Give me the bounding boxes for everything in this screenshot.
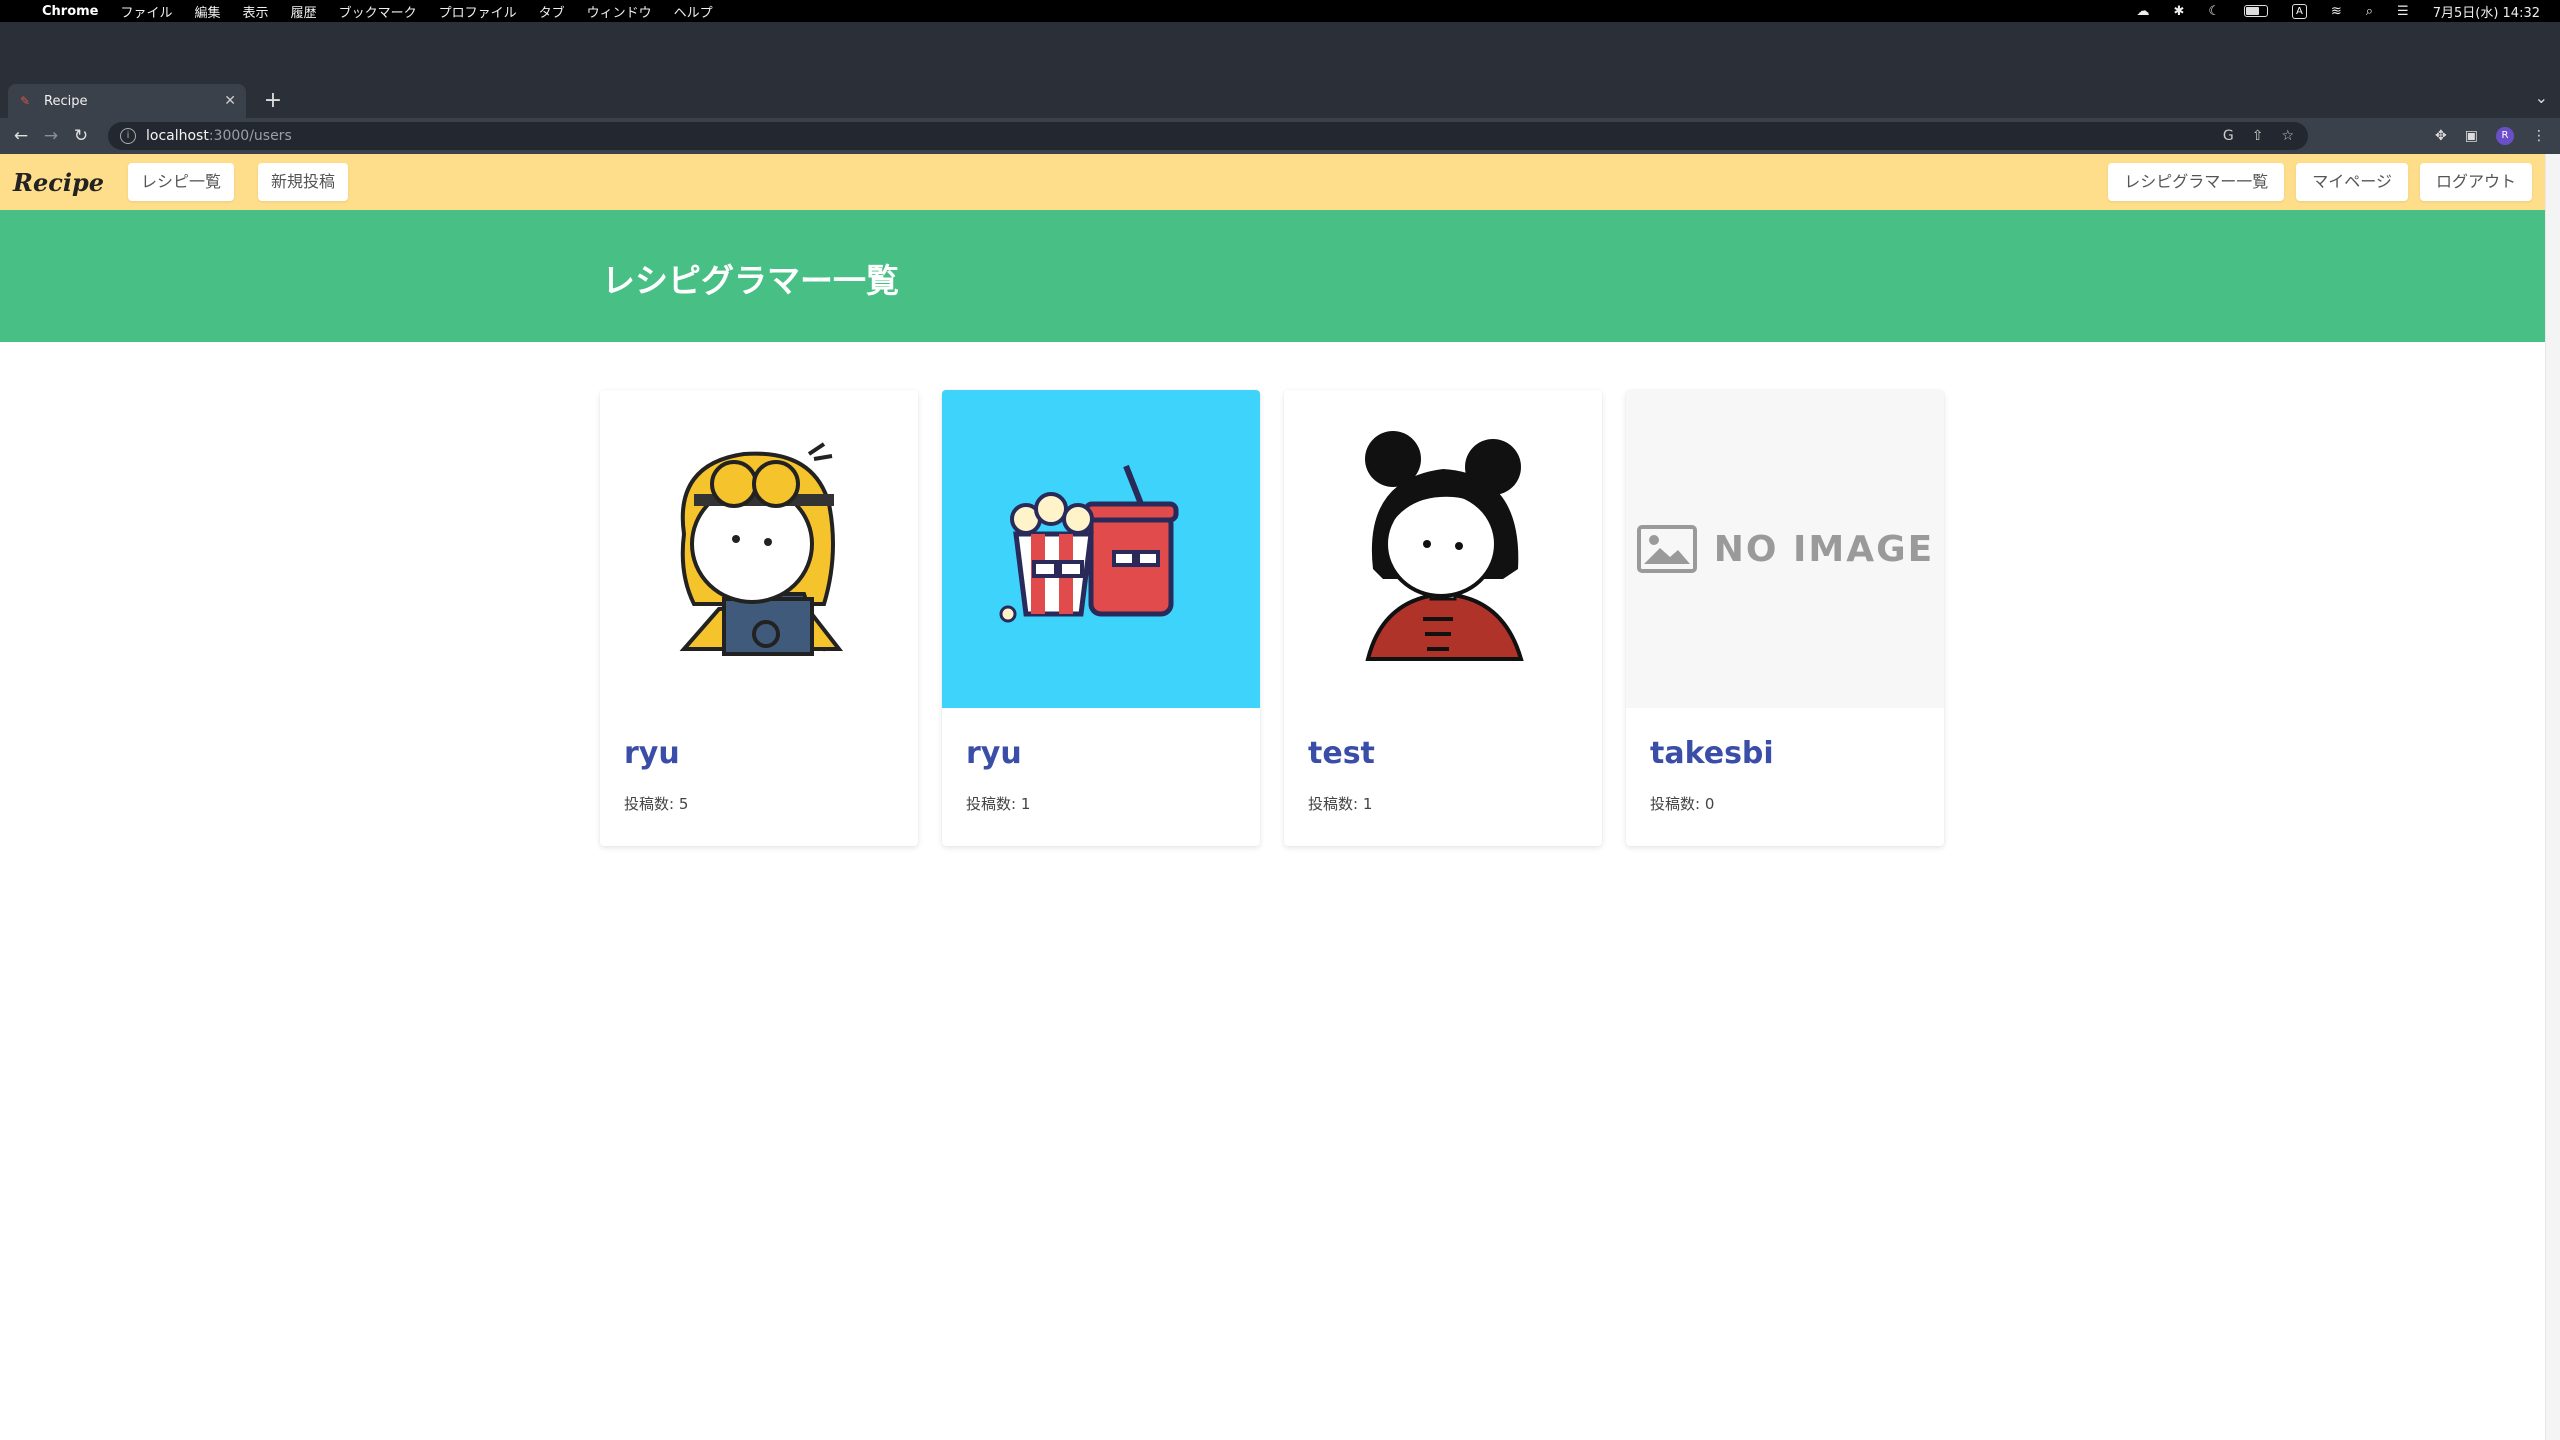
nav-recipe-list-button[interactable]: レシピ一覧 [128, 163, 235, 201]
reload-icon[interactable]: ↻ [66, 126, 96, 146]
spotlight-search-icon[interactable]: ⌕ [2366, 4, 2373, 19]
google-lens-icon[interactable]: G [2223, 128, 2234, 144]
user-name-link[interactable]: ryu [966, 736, 1260, 771]
bookmark-star-icon[interactable]: ☆ [2281, 128, 2294, 144]
browser-tab-active[interactable]: ✎ Recipe ✕ [8, 84, 246, 118]
nav-new-post-button[interactable]: 新規投稿 [258, 163, 349, 201]
menubar-item-profiles[interactable]: プロファイル [439, 2, 517, 21]
wifi-icon[interactable]: ≋ [2331, 4, 2342, 19]
side-panel-icon[interactable]: ▣ [2465, 128, 2478, 144]
battery-icon[interactable] [2244, 5, 2269, 17]
minion-girl-avatar-image[interactable] [600, 390, 918, 708]
user-card[interactable]: NO IMAGE takesbi 投稿数: 0 [1626, 390, 1944, 846]
menubar-item-file[interactable]: ファイル [121, 2, 173, 21]
user-post-count: 投稿数: 1 [1308, 795, 1373, 813]
nav-logout-button[interactable]: ログアウト [2419, 163, 2532, 201]
menubar-item-window[interactable]: ウィンドウ [587, 2, 652, 21]
menubar-item-view[interactable]: 表示 [243, 2, 269, 21]
page-hero-banner: レシピグラマー一覧 [0, 210, 2545, 342]
nav-mypage-button[interactable]: マイページ [2296, 163, 2408, 201]
user-card[interactable]: test 投稿数: 1 [1284, 390, 1602, 846]
nav-recipegrammers-button[interactable]: レシピグラマー一覧 [2108, 163, 2285, 201]
site-info-icon[interactable]: i [120, 128, 136, 144]
site-header-nav: Recipe レシピ一覧 新規投稿 レシピグラマー一覧 マイページ ログアウト [0, 154, 2545, 210]
new-tab-button[interactable]: + [258, 84, 288, 118]
page-scrollbar[interactable] [2545, 154, 2560, 1440]
menubar-item-bookmarks[interactable]: ブックマーク [339, 2, 417, 21]
browser-tab-strip: ✎ Recipe ✕ + ⌄ [0, 22, 2560, 118]
recipe-favicon-icon: ✎ [20, 94, 31, 108]
back-arrow-icon[interactable]: ← [6, 126, 36, 146]
bluetooth-icon[interactable]: ✱ [2173, 4, 2184, 19]
image-placeholder-icon [1636, 525, 1697, 573]
user-card-grid: ryu 投稿数: 5 ryu 投稿数: 1 test 投稿数: 1 NO IMA… [600, 390, 1944, 846]
page-title: レシピグラマー一覧 [602, 261, 899, 300]
tab-search-chevron-icon[interactable]: ⌄ [2535, 88, 2548, 107]
forward-arrow-icon[interactable]: → [36, 126, 66, 146]
user-name-link[interactable]: ryu [624, 736, 918, 771]
share-icon[interactable]: ⇧ [2252, 128, 2264, 144]
url-host: localhost [146, 128, 209, 144]
menubar-item-edit[interactable]: 編集 [195, 2, 221, 21]
browser-toolbar: ← → ↻ i localhost:3000/users G ⇧ ☆ ✥ ▣ R… [0, 118, 2560, 154]
user-name-link[interactable]: takesbi [1650, 736, 1944, 771]
url-path: :3000/users [208, 128, 292, 144]
menubar-item-tab[interactable]: タブ [539, 2, 565, 21]
menubar-item-history[interactable]: 履歴 [291, 2, 317, 21]
no-image-text: NO IMAGE [1713, 528, 1935, 570]
browser-menu-kebab-icon[interactable]: ⋮ [2532, 128, 2546, 144]
popcorn-drink-avatar-image[interactable] [942, 390, 1260, 708]
menubar-datetime[interactable]: 7月5日(水) 14:32 [2433, 2, 2540, 21]
user-post-count: 投稿数: 5 [624, 795, 689, 813]
macos-menubar: Chrome ファイル 編集 表示 履歴 ブックマーク プロファイル タブ ウィ… [0, 0, 2560, 22]
user-name-link[interactable]: test [1308, 736, 1602, 771]
menubar-app-name[interactable]: Chrome [42, 4, 99, 19]
input-source-icon[interactable]: A [2292, 3, 2307, 19]
user-post-count: 投稿数: 0 [1650, 795, 1715, 813]
menubar-item-help[interactable]: ヘルプ [674, 2, 713, 21]
site-brand-logo[interactable]: Recipe [13, 168, 104, 197]
address-bar[interactable]: i localhost:3000/users G ⇧ ☆ [108, 122, 2308, 150]
profile-avatar[interactable]: R [2496, 127, 2514, 145]
no-image-placeholder[interactable]: NO IMAGE [1626, 390, 1944, 708]
user-post-count: 投稿数: 1 [966, 795, 1031, 813]
bun-hair-girl-avatar-image[interactable] [1284, 390, 1602, 708]
moon-icon[interactable]: ☾ [2208, 4, 2220, 19]
extensions-puzzle-icon[interactable]: ✥ [2435, 128, 2447, 144]
user-card[interactable]: ryu 投稿数: 5 [600, 390, 918, 846]
control-center-icon[interactable]: ☰ [2397, 4, 2409, 19]
user-card[interactable]: ryu 投稿数: 1 [942, 390, 1260, 846]
tab-title: Recipe [44, 93, 88, 109]
cloud-icon[interactable]: ☁ [2136, 4, 2149, 19]
tab-close-icon[interactable]: ✕ [224, 93, 236, 109]
